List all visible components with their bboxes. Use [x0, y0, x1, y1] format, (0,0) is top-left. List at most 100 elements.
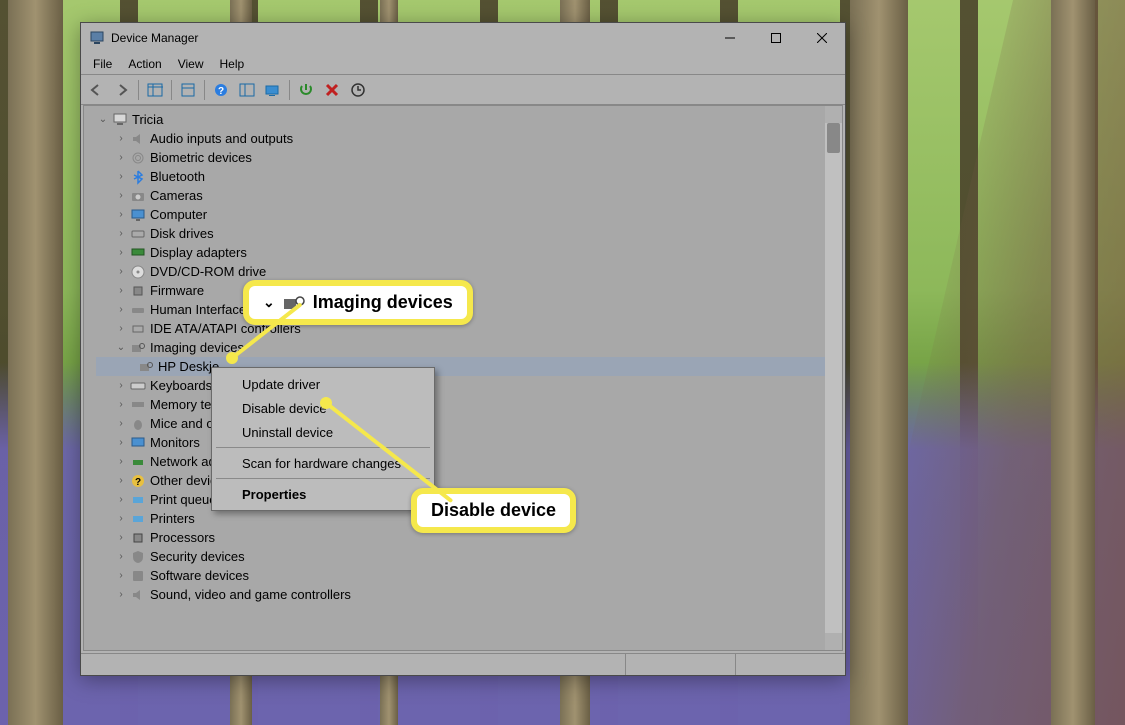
device-tree[interactable]: ⌄ Tricia › Audio inputs and outputs › Bi… — [84, 106, 825, 650]
show-hide-tree-button[interactable] — [143, 78, 167, 102]
cpu-icon — [130, 530, 146, 546]
keyboard-icon — [130, 378, 146, 394]
network-icon — [130, 454, 146, 470]
forward-button[interactable] — [110, 78, 134, 102]
chevron-right-icon[interactable]: › — [114, 398, 128, 412]
chevron-right-icon[interactable]: › — [114, 417, 128, 431]
chevron-right-icon[interactable]: › — [114, 493, 128, 507]
chevron-right-icon[interactable]: › — [114, 246, 128, 260]
properties-button[interactable] — [176, 78, 200, 102]
node-keyboards[interactable]: › Keyboards — [96, 376, 825, 395]
node-cameras[interactable]: › Cameras — [96, 186, 825, 205]
action2-button[interactable] — [235, 78, 259, 102]
monitor-icon — [130, 435, 146, 451]
minimize-button[interactable] — [707, 23, 753, 53]
tree-root[interactable]: ⌄ Tricia — [96, 110, 825, 129]
node-display[interactable]: › Display adapters — [96, 243, 825, 262]
menu-file[interactable]: File — [85, 55, 120, 73]
chevron-right-icon[interactable]: › — [114, 512, 128, 526]
node-network[interactable]: › Network adap — [96, 452, 825, 471]
chevron-right-icon[interactable]: › — [114, 170, 128, 184]
chevron-right-icon[interactable]: › — [114, 208, 128, 222]
chevron-right-icon[interactable]: › — [114, 265, 128, 279]
hid-icon — [130, 302, 146, 318]
controller-icon — [130, 321, 146, 337]
enable-button[interactable] — [294, 78, 318, 102]
disc-icon — [130, 264, 146, 280]
callout-label: Imaging devices — [313, 292, 453, 313]
node-bluetooth[interactable]: › Bluetooth — [96, 167, 825, 186]
disable-button[interactable] — [320, 78, 344, 102]
ctx-uninstall-device[interactable]: Uninstall device — [214, 420, 432, 444]
monitor-icon — [130, 207, 146, 223]
scan-hardware-button[interactable] — [261, 78, 285, 102]
computer-icon — [112, 112, 128, 128]
node-computer[interactable]: › Computer — [96, 205, 825, 224]
vertical-scrollbar[interactable] — [825, 106, 842, 650]
bluetooth-icon — [130, 169, 146, 185]
printer-icon — [130, 511, 146, 527]
sound-icon — [130, 587, 146, 603]
menu-view[interactable]: View — [170, 55, 212, 73]
desktop-wallpaper: Device Manager File Action View Help ? — [0, 0, 1125, 725]
chevron-down-icon: ⌄ — [263, 294, 275, 311]
chevron-right-icon[interactable]: › — [114, 474, 128, 488]
chevron-right-icon[interactable]: › — [114, 303, 128, 317]
unknown-icon: ? — [130, 473, 146, 489]
node-monitors[interactable]: › Monitors — [96, 433, 825, 452]
update-driver-button[interactable] — [346, 78, 370, 102]
node-imaging-child[interactable]: HP Deskje — [96, 357, 825, 376]
chevron-down-icon[interactable]: ⌄ — [96, 113, 110, 127]
window-title: Device Manager — [111, 31, 198, 45]
chevron-right-icon[interactable]: › — [114, 550, 128, 564]
chevron-right-icon[interactable]: › — [114, 588, 128, 602]
scroll-thumb[interactable] — [827, 123, 840, 153]
node-disk[interactable]: › Disk drives — [96, 224, 825, 243]
chevron-right-icon[interactable]: › — [114, 455, 128, 469]
chevron-right-icon[interactable]: › — [114, 132, 128, 146]
back-button[interactable] — [84, 78, 108, 102]
maximize-button[interactable] — [753, 23, 799, 53]
device-manager-window: Device Manager File Action View Help ? — [80, 22, 846, 676]
printer-device-icon — [138, 359, 154, 375]
chevron-right-icon[interactable]: › — [114, 322, 128, 336]
display-adapter-icon — [130, 245, 146, 261]
titlebar[interactable]: Device Manager — [81, 23, 845, 53]
node-software[interactable]: › Software devices — [96, 566, 825, 585]
chevron-down-icon[interactable]: ⌄ — [114, 341, 128, 355]
menu-action[interactable]: Action — [120, 55, 169, 73]
ctx-update-driver[interactable]: Update driver — [214, 372, 432, 396]
help-button[interactable]: ? — [209, 78, 233, 102]
callout-label: Disable device — [431, 500, 556, 521]
content-area: ⌄ Tricia › Audio inputs and outputs › Bi… — [83, 105, 843, 651]
chevron-right-icon[interactable]: › — [114, 151, 128, 165]
node-memory[interactable]: › Memory tech — [96, 395, 825, 414]
node-imaging[interactable]: ⌄ Imaging devices — [96, 338, 825, 357]
node-dvd[interactable]: › DVD/CD-ROM drive — [96, 262, 825, 281]
chevron-right-icon[interactable]: › — [114, 531, 128, 545]
camera-icon — [130, 188, 146, 204]
close-button[interactable] — [799, 23, 845, 53]
node-audio[interactable]: › Audio inputs and outputs — [96, 129, 825, 148]
svg-text:?: ? — [218, 86, 224, 97]
node-mice[interactable]: › Mice and oth — [96, 414, 825, 433]
chevron-right-icon[interactable]: › — [114, 189, 128, 203]
software-icon — [130, 568, 146, 584]
print-queue-icon — [130, 492, 146, 508]
menu-help[interactable]: Help — [212, 55, 253, 73]
chevron-right-icon[interactable]: › — [114, 569, 128, 583]
node-biometric[interactable]: › Biometric devices — [96, 148, 825, 167]
node-security[interactable]: › Security devices — [96, 547, 825, 566]
ctx-separator — [216, 447, 430, 448]
ctx-properties[interactable]: Properties — [214, 482, 432, 506]
toolbar: ? — [81, 75, 845, 105]
chevron-right-icon[interactable]: › — [114, 379, 128, 393]
fingerprint-icon — [130, 150, 146, 166]
chip-icon — [130, 283, 146, 299]
chevron-right-icon[interactable]: › — [114, 284, 128, 298]
chevron-right-icon[interactable]: › — [114, 227, 128, 241]
chevron-right-icon[interactable]: › — [114, 436, 128, 450]
svg-text:?: ? — [135, 477, 141, 488]
node-sound[interactable]: › Sound, video and game controllers — [96, 585, 825, 604]
app-icon — [89, 30, 105, 46]
